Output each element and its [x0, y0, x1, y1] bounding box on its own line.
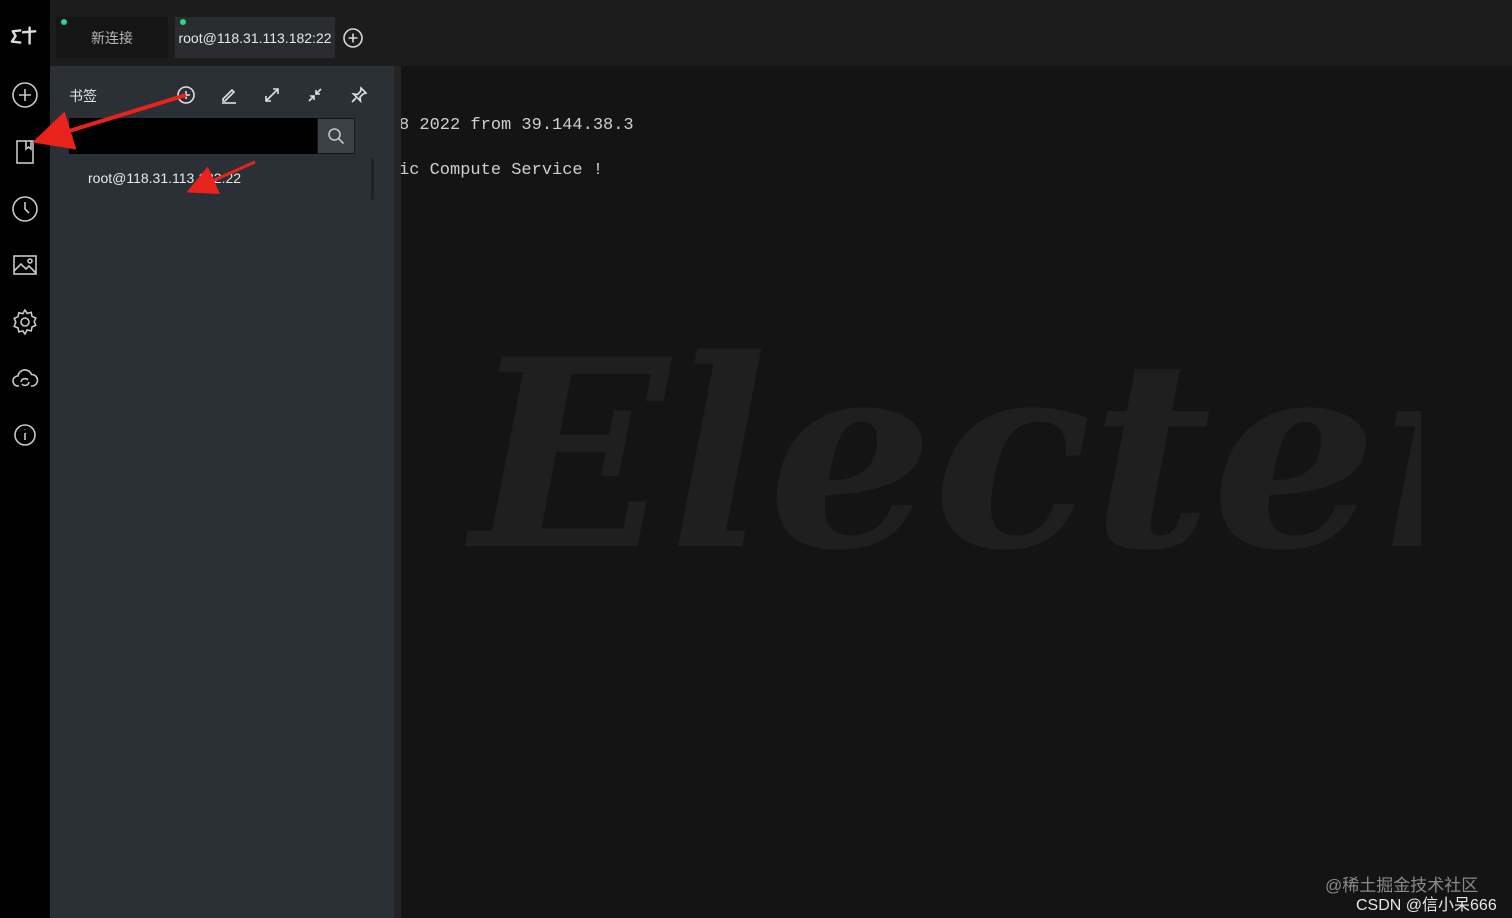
- bookmark-search-input[interactable]: [69, 118, 317, 154]
- add-bookmark-button[interactable]: [175, 84, 197, 106]
- add-tab-button[interactable]: [342, 27, 364, 49]
- search-button[interactable]: [317, 118, 355, 154]
- image-icon: [13, 255, 37, 275]
- cloud-sync-button[interactable]: [10, 364, 40, 394]
- panel-title: 书签: [69, 88, 97, 104]
- terminal-area[interactable]: Electerm 8 2022 from 39.144.38.3 ic Comp…: [401, 66, 1512, 918]
- terminal-themes-button[interactable]: [10, 250, 40, 280]
- bookmark-icon: [16, 140, 34, 164]
- tab-bar: 新连接 root@118.31.113.182:22: [50, 0, 1512, 66]
- cloud-sync-icon: [12, 369, 39, 387]
- terminal-line: ic Compute Service !: [401, 161, 604, 180]
- history-icon: [12, 196, 38, 222]
- new-connection-button[interactable]: [10, 80, 40, 110]
- expand-all-button[interactable]: [261, 84, 283, 106]
- pin-icon: [351, 86, 368, 104]
- author-watermark: CSDN @信小呆666: [1356, 897, 1497, 914]
- watermark-text: Electerm: [463, 303, 1421, 596]
- expand-icon: [265, 88, 279, 102]
- tab-new-connection[interactable]: 新连接: [56, 17, 168, 58]
- plus-circle-icon: [12, 82, 38, 108]
- info-icon: [14, 424, 36, 446]
- history-button[interactable]: [10, 194, 40, 224]
- pin-panel-button[interactable]: [348, 84, 370, 106]
- about-button[interactable]: [10, 420, 40, 450]
- edit-icon: [222, 88, 236, 104]
- electerm-logo: [10, 22, 40, 50]
- tab-label: 新连接: [91, 29, 133, 46]
- panel-resize-handle[interactable]: [394, 66, 401, 918]
- collapse-all-button[interactable]: [304, 84, 326, 106]
- plus-circle-icon: [177, 86, 195, 104]
- tab-ssh-session[interactable]: root@118.31.113.182:22: [175, 17, 335, 58]
- edit-bookmark-button[interactable]: [218, 84, 240, 106]
- left-sidebar: [0, 0, 50, 918]
- bookmarks-button[interactable]: [10, 137, 40, 167]
- tab-label: root@118.31.113.182:22: [178, 29, 332, 46]
- settings-button[interactable]: [10, 307, 40, 337]
- status-dot: [180, 19, 186, 25]
- plus-circle-icon: [343, 28, 363, 48]
- bookmark-panel: 书签 root@118.31.113.182:22: [50, 66, 394, 918]
- terminal-line: 8 2022 from 39.144.38.3: [401, 116, 634, 135]
- status-dot: [61, 19, 67, 25]
- electerm-watermark: Electerm: [463, 303, 1421, 596]
- collapse-icon: [308, 88, 322, 102]
- search-icon: [328, 128, 345, 145]
- scrollbar[interactable]: [371, 158, 374, 200]
- settings-icon: [13, 308, 37, 336]
- bookmark-item[interactable]: root@118.31.113.182:22: [88, 170, 241, 186]
